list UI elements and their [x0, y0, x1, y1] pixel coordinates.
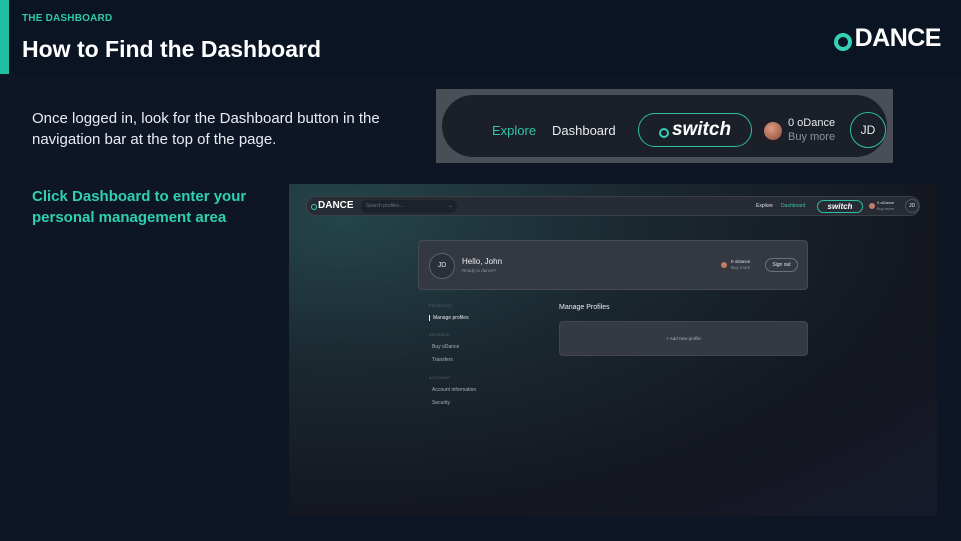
chevron-down-icon: ⌄ — [447, 203, 453, 209]
app-avatar[interactable]: JD — [905, 199, 919, 213]
sidebar-item-buy-odance[interactable]: Buy oDance — [432, 344, 459, 350]
sidebar-item-manage-profiles[interactable]: Manage profiles — [429, 315, 469, 321]
dashboard-screenshot: DANCE Search profiles... ⌄ Explore Dashb… — [289, 184, 937, 516]
slide-title: How to Find the Dashboard — [22, 36, 321, 62]
switch-o-icon — [658, 128, 669, 138]
sidebar-item-account-information[interactable]: Account information — [432, 387, 476, 393]
app-coin-icon — [869, 203, 875, 209]
profile-coin-icon — [721, 262, 727, 268]
callout-text: Click Dashboard to enter your personal m… — [32, 188, 247, 226]
profile-balance: 0 oDance — [731, 259, 751, 264]
manage-profiles-title: Manage Profiles — [559, 304, 610, 311]
add-profile-button[interactable]: + Add new profile — [559, 321, 808, 356]
profile-subtitle: Ready to dance? — [462, 268, 497, 273]
nav-explore-link[interactable]: Explore — [492, 123, 536, 138]
profile-card: JD Hello, John Ready to dance? 0 oDance … — [418, 240, 808, 290]
logo-o-icon — [833, 32, 852, 51]
search-input[interactable]: Search profiles... ⌄ — [361, 200, 457, 213]
navbar-screenshot: Explore Dashboard switch 0 oDance Buy mo… — [436, 89, 893, 163]
buy-more-link[interactable]: Buy more — [788, 131, 835, 143]
app-balance: 0 oDance — [877, 200, 895, 205]
app-logo-text: DANCE — [318, 200, 354, 211]
sign-out-button[interactable]: Sign out — [765, 258, 798, 272]
search-placeholder: Search profiles... — [366, 203, 404, 209]
profile-greeting: Hello, John — [462, 257, 503, 266]
app-buy-more[interactable]: Buy more — [877, 206, 894, 211]
sidebar-item-security[interactable]: Security — [432, 400, 450, 406]
slide-kicker: THE DASHBOARD — [22, 13, 113, 24]
user-avatar[interactable]: JD — [850, 112, 886, 148]
nav-dashboard-link[interactable]: Dashboard — [552, 123, 616, 138]
app-nav-explore[interactable]: Explore — [756, 203, 773, 209]
app-switch-button[interactable]: switch — [817, 200, 863, 213]
logo-text: DANCE — [854, 24, 942, 52]
coin-icon — [764, 122, 782, 140]
balance-text: 0 oDance — [788, 117, 836, 129]
app-navbar: DANCE Search profiles... ⌄ Explore Dashb… — [306, 196, 920, 216]
app-logo-o-icon — [311, 204, 317, 210]
sidebar-item-transfers[interactable]: Transfers — [432, 357, 453, 363]
sidebar-section-account: ACCOUNT — [429, 375, 451, 380]
intro-text: Once logged in, look for the Dashboard b… — [32, 110, 380, 148]
odance-logo: DANCE — [833, 24, 942, 53]
sidebar-section-profiles: PROFILES — [429, 303, 452, 308]
switch-label: switch — [671, 119, 732, 140]
navbar-pill: Explore Dashboard switch 0 oDance Buy mo… — [442, 95, 887, 157]
slide-header: THE DASHBOARD How to Find the Dashboard … — [0, 0, 961, 74]
switch-button[interactable]: switch — [638, 113, 752, 147]
app-logo[interactable]: DANCE — [311, 200, 354, 211]
profile-buy-more[interactable]: Buy more — [731, 265, 750, 270]
sidebar-section-advance: ADVANCE — [429, 332, 451, 337]
accent-bar — [0, 0, 9, 74]
profile-avatar: JD — [429, 253, 455, 279]
app-nav-dashboard[interactable]: Dashboard — [781, 203, 805, 209]
